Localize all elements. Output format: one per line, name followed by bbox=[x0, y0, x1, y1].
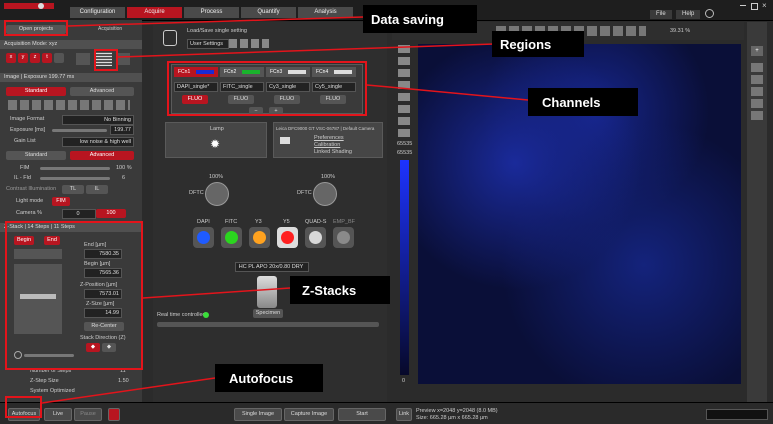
callout-lines bbox=[41, 16, 529, 404]
callout-autofocus: Autofocus bbox=[215, 364, 323, 392]
callout-zstacks: Z-Stacks bbox=[290, 276, 390, 304]
callout-data-saving: Data saving bbox=[363, 5, 477, 33]
callout-channels: Channels bbox=[528, 88, 638, 116]
callout-regions: Regions bbox=[492, 31, 584, 57]
